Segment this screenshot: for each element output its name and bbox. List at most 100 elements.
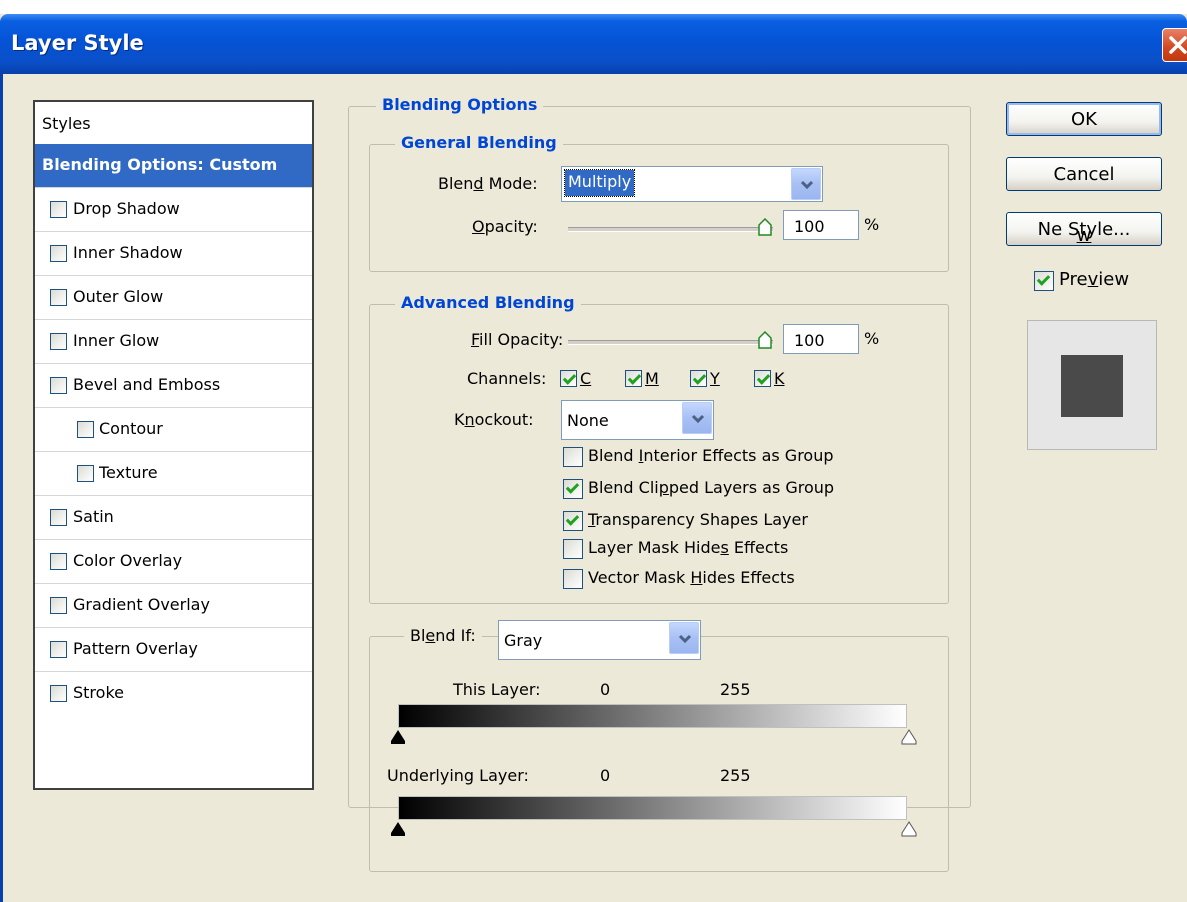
style-item-label: Outer Glow <box>73 287 164 306</box>
channel-y-label: Y <box>710 369 720 388</box>
knockout-select[interactable]: None <box>561 400 714 440</box>
style-item-inner-shadow[interactable]: Inner Shadow <box>35 232 312 276</box>
transparency-shapes-checkbox[interactable] <box>563 511 583 531</box>
style-item-gradient-overlay[interactable]: Gradient Overlay <box>35 584 312 628</box>
opacity-input[interactable]: 100 <box>783 210 859 240</box>
fill-opacity-percent: % <box>864 329 880 348</box>
style-item-bevel-emboss[interactable]: Bevel and Emboss <box>35 364 312 408</box>
style-item-label: Bevel and Emboss <box>73 375 221 394</box>
gradient-overlay-checkbox[interactable] <box>50 597 67 614</box>
contour-checkbox[interactable] <box>77 421 94 438</box>
style-item-label: Blending Options: Custom <box>42 155 278 174</box>
fill-opacity-value: 100 <box>794 331 825 350</box>
bevel-emboss-checkbox[interactable] <box>50 377 67 394</box>
channel-m-checkbox[interactable] <box>625 370 642 387</box>
this-layer-min: 0 <box>600 680 611 699</box>
satin-checkbox[interactable] <box>50 509 67 526</box>
blend-clipped-label: Blend Clipped Layers as Group <box>588 478 835 497</box>
vector-mask-hides-label: Vector Mask Hides Effects <box>588 568 795 587</box>
this-layer-max: 255 <box>720 680 751 699</box>
ok-button[interactable]: OK <box>1006 102 1162 136</box>
underlying-layer-white-slider[interactable] <box>901 821 917 837</box>
blend-if-value: Gray <box>504 631 543 650</box>
blend-mode-dropdown-button[interactable] <box>791 168 821 200</box>
vector-mask-hides-checkbox[interactable] <box>563 569 583 589</box>
styles-header[interactable]: Styles <box>35 102 312 146</box>
blend-clipped-checkbox[interactable] <box>563 479 583 499</box>
style-item-label: Gradient Overlay <box>73 595 210 614</box>
layer-mask-hides-checkbox[interactable] <box>563 539 583 559</box>
fill-opacity-slider-track[interactable] <box>568 340 773 345</box>
blend-if-dropdown-button[interactable] <box>669 622 699 654</box>
fill-opacity-slider-thumb[interactable] <box>758 331 772 349</box>
inner-glow-checkbox[interactable] <box>50 333 67 350</box>
texture-checkbox[interactable] <box>77 465 94 482</box>
channel-y-checkbox[interactable] <box>690 370 707 387</box>
this-layer-white-slider[interactable] <box>901 729 917 745</box>
channels-label: Channels: <box>467 369 547 388</box>
ok-button-label: OK <box>1071 109 1097 130</box>
underlying-layer-max: 255 <box>720 766 751 785</box>
style-item-label: Drop Shadow <box>73 199 180 218</box>
blend-mode-label: Blend Mode: <box>438 174 538 193</box>
close-icon <box>1169 36 1187 54</box>
channel-k-checkbox[interactable] <box>754 370 771 387</box>
chevron-down-icon <box>800 180 814 190</box>
general-blending-group <box>369 144 949 272</box>
style-item-texture[interactable]: Texture <box>35 452 312 496</box>
close-button[interactable] <box>1162 28 1187 62</box>
channel-c-checkbox[interactable] <box>560 370 577 387</box>
style-item-label: Contour <box>99 419 163 438</box>
this-layer-black-slider[interactable] <box>390 729 406 745</box>
window-frame-left <box>0 74 3 902</box>
knockout-value: None <box>567 411 609 430</box>
underlying-layer-gradient <box>398 796 907 820</box>
blend-mode-select[interactable]: Multiply <box>561 166 823 202</box>
preview-thumbnail <box>1027 320 1157 450</box>
drop-shadow-checkbox[interactable] <box>50 201 67 218</box>
this-layer-gradient <box>398 704 907 728</box>
this-layer-label: This Layer: <box>453 680 541 699</box>
style-item-label: Inner Shadow <box>73 243 183 262</box>
style-item-color-overlay[interactable]: Color Overlay <box>35 540 312 584</box>
style-item-satin[interactable]: Satin <box>35 496 312 540</box>
blend-if-select[interactable]: Gray <box>498 620 701 660</box>
preview-label: Preview <box>1059 269 1130 290</box>
blend-mode-value: Multiply <box>563 169 636 197</box>
outer-glow-checkbox[interactable] <box>50 289 67 306</box>
preview-swatch <box>1061 355 1123 417</box>
channel-k-label: K <box>774 369 785 388</box>
style-item-pattern-overlay[interactable]: Pattern Overlay <box>35 628 312 672</box>
style-item-outer-glow[interactable]: Outer Glow <box>35 276 312 320</box>
new-style-button[interactable]: Ne w Style... <box>1006 212 1162 246</box>
transparency-shapes-label: Transparency Shapes Layer <box>588 510 808 529</box>
style-item-label: Stroke <box>73 683 124 702</box>
style-item-inner-glow[interactable]: Inner Glow <box>35 320 312 364</box>
layer-mask-hides-label: Layer Mask Hides Effects <box>588 538 789 557</box>
blend-if-label: Blend If: <box>404 626 482 645</box>
title-bar: Layer Style <box>0 14 1187 74</box>
fill-opacity-label: Fill Opacity: <box>471 330 564 349</box>
fill-opacity-input[interactable]: 100 <box>783 324 859 354</box>
preview-checkbox[interactable] <box>1034 271 1054 291</box>
blend-interior-checkbox[interactable] <box>563 447 583 467</box>
stroke-checkbox[interactable] <box>50 685 67 702</box>
channel-m-label: M <box>645 369 659 388</box>
channel-c-label: C <box>580 369 592 388</box>
window-title: Layer Style <box>11 31 144 55</box>
knockout-dropdown-button[interactable] <box>682 402 712 434</box>
style-item-drop-shadow[interactable]: Drop Shadow <box>35 188 312 232</box>
cancel-button[interactable]: Cancel <box>1006 157 1162 191</box>
advanced-blending-title: Advanced Blending <box>395 293 581 312</box>
style-item-blending-options[interactable]: Blending Options: Custom <box>35 144 312 188</box>
style-item-stroke[interactable]: Stroke <box>35 672 312 716</box>
underlying-layer-black-slider[interactable] <box>390 821 406 837</box>
opacity-slider-track[interactable] <box>568 227 773 232</box>
inner-shadow-checkbox[interactable] <box>50 245 67 262</box>
style-item-label: Satin <box>73 507 114 526</box>
opacity-slider-thumb[interactable] <box>758 218 772 236</box>
chevron-down-icon <box>678 634 692 644</box>
style-item-contour[interactable]: Contour <box>35 408 312 452</box>
color-overlay-checkbox[interactable] <box>50 553 67 570</box>
pattern-overlay-checkbox[interactable] <box>50 641 67 658</box>
